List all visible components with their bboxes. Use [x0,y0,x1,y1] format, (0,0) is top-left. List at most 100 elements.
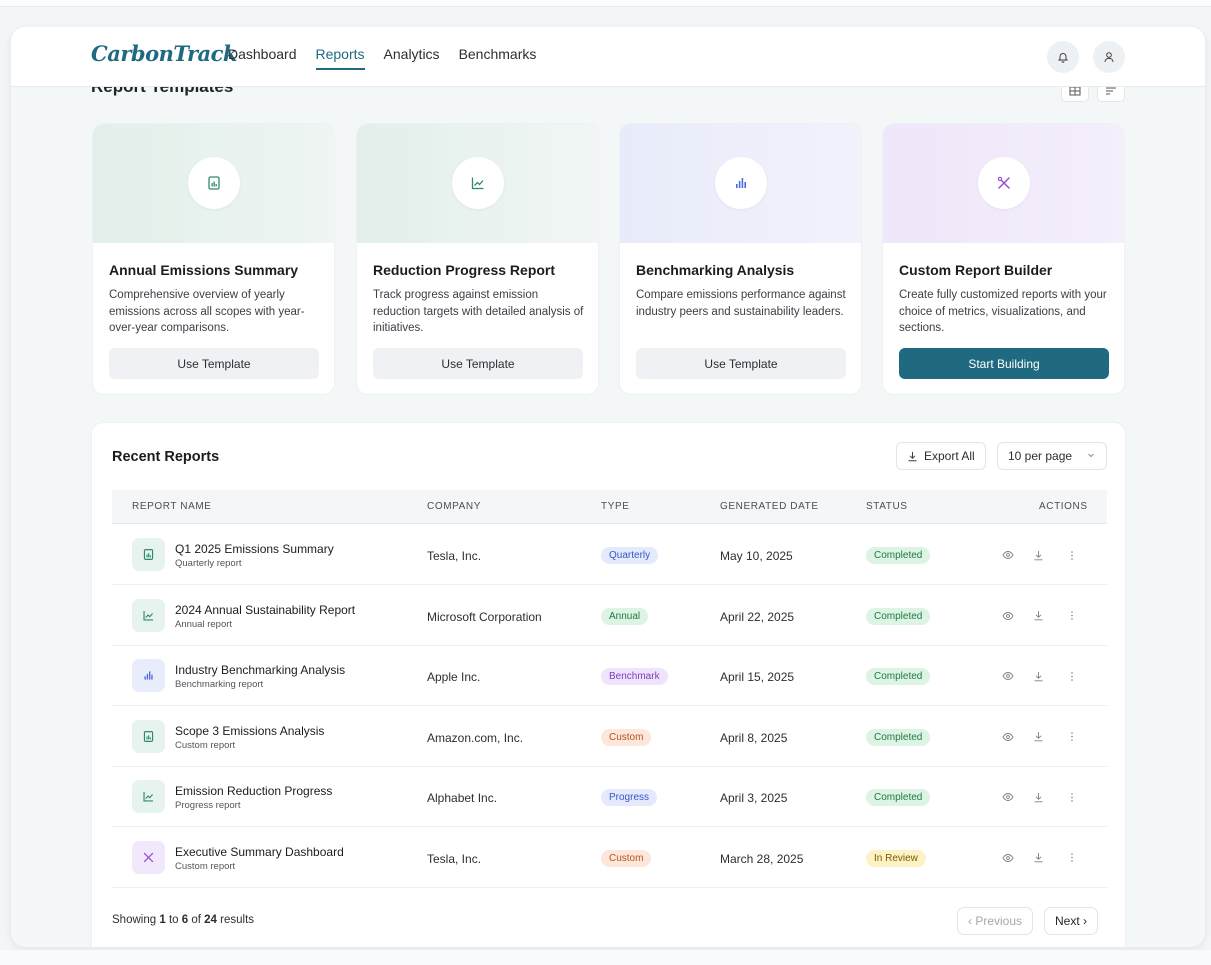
download-button[interactable] [1030,789,1046,805]
download-icon [1034,853,1042,863]
nav-benchmarks[interactable]: Benchmarks [459,46,537,70]
col-generated-date[interactable]: GENERATED DATE [720,501,819,512]
col-actions: ACTIONS [1039,501,1088,512]
view-button[interactable] [1000,608,1016,624]
status-badge: Completed [866,547,931,564]
bar-chart-icon [736,178,746,188]
per-page-select[interactable]: 10 per page [997,442,1107,470]
download-button[interactable] [1030,547,1046,563]
nav-analytics[interactable]: Analytics [384,46,440,70]
card-title: Custom Report Builder [899,262,1053,278]
notifications-button[interactable] [1047,41,1079,73]
app-window: CarbonTrack Dashboard Reports Analytics … [11,27,1205,947]
template-card-annual[interactable]: Annual Emissions Summary Comprehensive o… [92,123,335,395]
card-title: Benchmarking Analysis [636,262,795,278]
card-banner [620,124,861,243]
app-logo[interactable]: CarbonTrack [91,41,237,66]
template-card-custom[interactable]: Custom Report Builder Create fully custo… [882,123,1125,395]
card-description: Track progress against emission reductio… [373,289,584,334]
view-button[interactable] [1000,547,1016,563]
company-cell: Apple Inc. [427,670,481,684]
user-menu-button[interactable] [1093,41,1125,73]
template-card-reduction[interactable]: Reduction Progress Report Track progress… [356,123,599,395]
col-type[interactable]: TYPE [601,501,630,512]
export-all-button[interactable]: Export All [896,442,986,470]
results-summary: Showing 1 to 6 of 24 results [112,914,254,926]
download-icon [1034,792,1042,802]
sort-list-icon [1106,87,1116,95]
col-report-name[interactable]: REPORT NAME [132,501,212,512]
more-options-button[interactable] [1064,729,1080,745]
col-status[interactable]: STATUS [866,501,908,512]
download-button[interactable] [1030,608,1046,624]
download-icon [1034,732,1042,742]
recent-reports-panel: Recent Reports Export All 10 per page RE… [91,422,1126,947]
use-template-button[interactable]: Use Template [109,348,319,379]
report-name[interactable]: Scope 3 Emissions Analysis [175,724,324,738]
table-header: REPORT NAME COMPANY TYPE GENERATED DATE … [112,490,1107,524]
results-suffix: results [220,914,255,926]
report-subtitle: Benchmarking report [175,679,264,690]
results-to: 6 [181,914,189,926]
type-badge: Custom [601,849,652,867]
status-badge: In Review [866,849,926,867]
use-template-button[interactable]: Use Template [636,348,846,379]
download-button[interactable] [1030,668,1046,684]
report-name[interactable]: Industry Benchmarking Analysis [175,663,345,677]
status-badge: Completed [866,607,931,625]
view-button[interactable] [1000,729,1016,745]
card-banner [93,124,334,243]
table-row[interactable]: Industry Benchmarking Analysis Benchmark… [112,646,1107,706]
view-button[interactable] [1000,789,1016,805]
card-icon-circle [715,157,767,209]
report-name[interactable]: Emission Reduction Progress [175,784,332,798]
bell-icon [1057,53,1069,63]
use-template-button[interactable]: Use Template [373,348,583,379]
grid-icon [1069,86,1081,96]
next-page-button[interactable]: Next › [1044,907,1099,935]
tools-icon [997,176,1010,189]
more-options-button[interactable] [1064,547,1080,563]
start-building-button[interactable]: Start Building [899,348,1109,379]
tools-icon [132,840,165,874]
download-icon [1034,671,1042,681]
card-description: Comprehensive overview of yearly emissio… [109,289,305,334]
col-company[interactable]: COMPANY [427,501,481,512]
report-name[interactable]: Q1 2025 Emissions Summary [175,542,334,556]
template-card-benchmarking[interactable]: Benchmarking Analysis Compare emissions … [619,123,862,395]
table-row[interactable]: 2024 Annual Sustainability Report Annual… [112,586,1107,646]
card-title: Annual Emissions Summary [109,262,299,278]
view-button[interactable] [1000,668,1016,684]
results-total: 24 [204,914,217,926]
previous-page-button[interactable]: ‹ Previous [957,907,1034,935]
date-cell: May 10, 2025 [720,549,793,563]
more-options-button[interactable] [1064,850,1080,866]
type-badge: Annual [601,607,649,625]
download-button[interactable] [1030,729,1046,745]
bottom-strip [0,950,1211,965]
report-name[interactable]: 2024 Annual Sustainability Report [175,603,355,617]
table-row[interactable]: Q1 2025 Emissions Summary Quarterly repo… [112,525,1107,585]
eye-icon [1002,672,1014,680]
eye-icon [1002,853,1014,862]
view-button[interactable] [1000,850,1016,866]
status-badge: Completed [866,728,931,746]
report-doc-icon [132,538,165,571]
company-cell: Tesla, Inc. [427,549,482,563]
report-subtitle: Annual report [175,618,233,630]
table-row[interactable]: Emission Reduction Progress Progress rep… [112,767,1107,827]
more-options-button[interactable] [1064,789,1080,805]
more-options-button[interactable] [1064,608,1080,624]
table-row[interactable]: Scope 3 Emissions Analysis Custom report… [112,707,1107,767]
report-subtitle: Progress report [175,800,241,811]
nav-reports[interactable]: Reports [315,46,365,70]
report-name[interactable]: Executive Summary Dashboard [175,845,344,859]
line-chart-icon [132,780,165,813]
more-options-button[interactable] [1064,668,1080,684]
table-row[interactable]: Executive Summary Dashboard Custom repor… [112,828,1107,888]
card-banner [357,124,598,243]
eye-icon [1002,732,1014,741]
download-button[interactable] [1030,850,1046,866]
type-badge: Benchmark [601,668,668,685]
nav-dashboard[interactable]: Dashboard [228,46,297,70]
